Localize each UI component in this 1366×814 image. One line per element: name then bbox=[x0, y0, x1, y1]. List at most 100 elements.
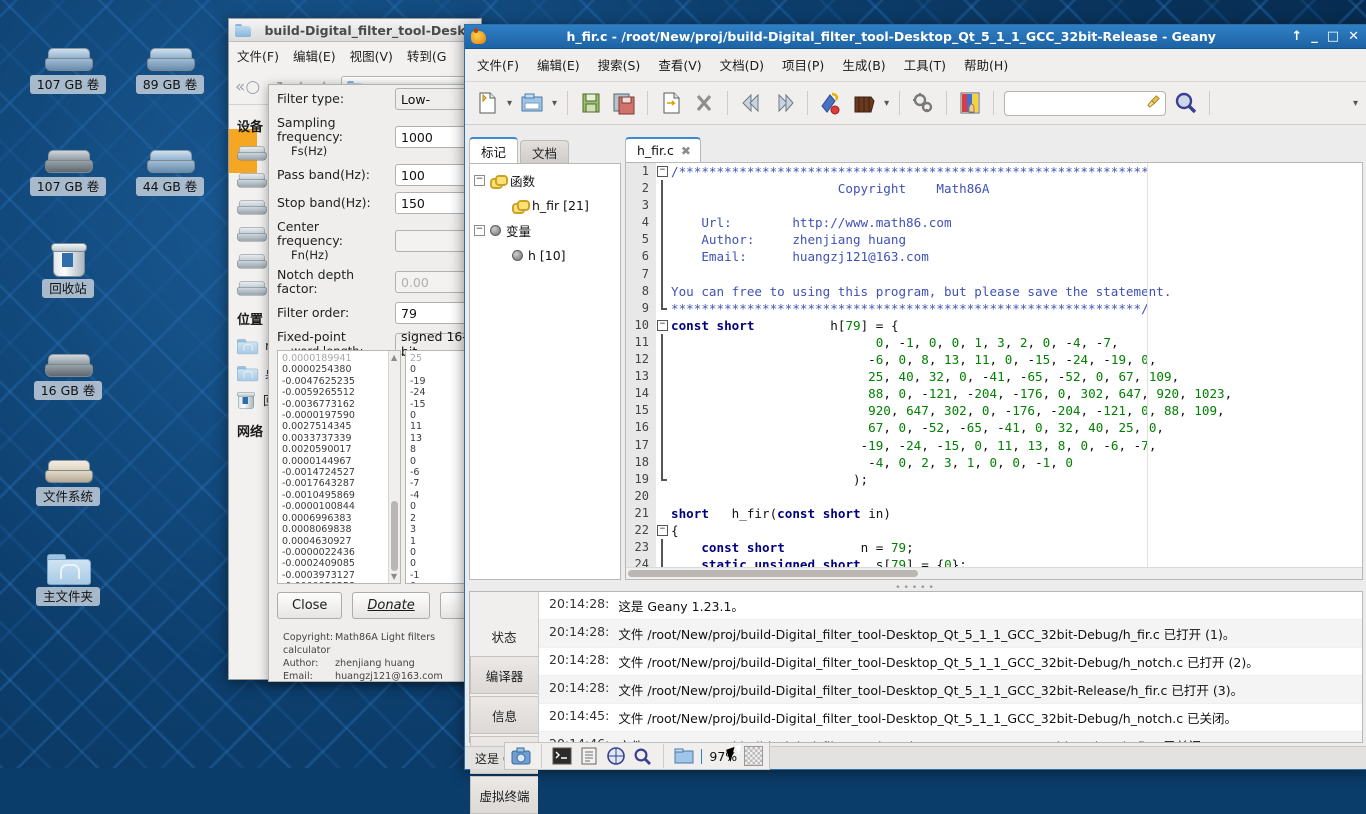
donate-button[interactable]: Donate bbox=[352, 592, 430, 619]
close-button[interactable]: Close bbox=[277, 592, 343, 619]
filter-field-value[interactable]: 79 bbox=[395, 302, 473, 324]
fold-marker[interactable] bbox=[656, 282, 669, 300]
file-manager-titlebar[interactable]: build-Digital_filter_tool-Desk bbox=[229, 19, 481, 42]
scrollbar-thumb[interactable] bbox=[391, 501, 398, 571]
sidebar-pane[interactable]: 标记 文档 − 函数 h_fir [21] − 变量 h [10] bbox=[469, 137, 621, 580]
filter-field-value[interactable]: 1000 bbox=[395, 126, 473, 148]
geany-menu-item[interactable]: 项目(P) bbox=[782, 55, 824, 74]
save-all-icon[interactable] bbox=[611, 90, 637, 116]
sidebar-tab[interactable]: 文档 bbox=[520, 140, 570, 163]
fold-marker[interactable]: − bbox=[656, 316, 669, 334]
fm-menu-item[interactable]: 编辑(E) bbox=[293, 46, 336, 65]
message-row[interactable]: 20:14:28: 这是 Geany 1.23.1。 bbox=[539, 592, 1362, 620]
open-file-dropdown-icon[interactable]: ▾ bbox=[552, 98, 557, 109]
desktop-icon[interactable]: 44 GB 卷 bbox=[124, 130, 216, 196]
code-line[interactable]: 20 bbox=[626, 487, 1362, 505]
message-tab[interactable]: 编译器 bbox=[470, 656, 538, 694]
fold-marker[interactable]: − bbox=[656, 521, 669, 540]
fold-marker[interactable] bbox=[656, 385, 669, 403]
desktop-icon[interactable]: 89 GB 卷 bbox=[124, 28, 216, 94]
fold-marker[interactable] bbox=[656, 299, 669, 317]
geany-menu-item[interactable]: 工具(T) bbox=[904, 55, 946, 74]
code-line[interactable]: 1−/*************************************… bbox=[626, 163, 1362, 181]
code-line[interactable]: 3 bbox=[626, 197, 1362, 215]
rollup-button[interactable]: ↑ bbox=[1291, 29, 1302, 44]
code-line[interactable]: 12 -6, 0, 8, 13, 11, 0, -15, -24, -19, 0… bbox=[626, 351, 1362, 369]
message-row[interactable]: 20:14:28: 文件 /root/New/proj/build-Digital… bbox=[539, 676, 1362, 704]
broom-icon[interactable] bbox=[1146, 94, 1161, 113]
code-line[interactable]: 4 Url: http://www.math86.com bbox=[626, 214, 1362, 232]
geany-menu-item[interactable]: 文档(D) bbox=[720, 55, 764, 74]
symbol-tree-row[interactable]: − 变量 bbox=[470, 218, 620, 243]
geany-window-buttons[interactable]: ↑ _ □ ✕ bbox=[1291, 29, 1359, 44]
symbol-tree-row[interactable]: h [10] bbox=[470, 243, 620, 268]
fold-marker[interactable] bbox=[656, 402, 669, 420]
code-line[interactable]: 21 short h_fir(const short in) bbox=[626, 504, 1362, 522]
geany-menu-item[interactable]: 搜索(S) bbox=[598, 55, 641, 74]
close-file-icon[interactable] bbox=[691, 90, 717, 116]
new-file-dropdown-icon[interactable]: ▾ bbox=[507, 98, 512, 109]
close-icon[interactable]: ✖ bbox=[681, 144, 691, 158]
fold-marker[interactable] bbox=[656, 368, 669, 386]
desktop-icon[interactable]: 107 GB 卷 bbox=[22, 130, 114, 196]
fold-marker[interactable] bbox=[656, 197, 669, 215]
code-line[interactable]: 13 25, 40, 32, 0, -41, -65, -52, 0, 67, … bbox=[626, 368, 1362, 386]
fold-marker[interactable] bbox=[656, 180, 669, 198]
fold-marker[interactable] bbox=[656, 248, 669, 266]
fold-marker[interactable] bbox=[656, 539, 669, 557]
geany-menubar[interactable]: 文件(F) 编辑(E) 搜索(S) 查看(V) 文档(D) 项目(P) 生成(B) 工具(T)… bbox=[465, 49, 1366, 82]
close-button[interactable]: ✕ bbox=[1348, 29, 1359, 44]
geany-toolbar[interactable]: ▾ ▾ ▾ ▾ bbox=[465, 82, 1366, 125]
code-line[interactable]: 10− const short h[79] = { bbox=[626, 316, 1362, 334]
symbol-tree-row[interactable]: − 函数 bbox=[470, 168, 620, 193]
symbol-tree-row[interactable]: h_fir [21] bbox=[470, 193, 620, 218]
filter-field-value[interactable]: 0.00 bbox=[395, 271, 473, 293]
code-line[interactable]: 18 -4, 0, 2, 3, 1, 0, 0, -1, 0 bbox=[626, 453, 1362, 471]
int-coefficient-list[interactable]: 250-19-24-150111380-6-7-4023100-10 bbox=[405, 350, 471, 584]
desktop-icon[interactable]: 107 GB 卷 bbox=[22, 28, 114, 94]
fold-marker[interactable] bbox=[656, 453, 669, 471]
message-row[interactable]: 20:14:46:文件 /root/New/proj/build-Digital… bbox=[539, 732, 1362, 742]
tree-expander-icon[interactable]: − bbox=[474, 225, 485, 236]
code-line[interactable]: 9 ***************************************… bbox=[626, 299, 1362, 317]
code-line[interactable]: 5 Author: zhenjiang huang bbox=[626, 231, 1362, 249]
search-icon[interactable] bbox=[633, 747, 653, 765]
code-line[interactable]: 8 You can free to using this program, but… bbox=[626, 282, 1362, 300]
message-row[interactable]: 20:14:28: 文件 /root/New/proj/build-Digital… bbox=[539, 620, 1362, 648]
code-line[interactable]: 17 -19, -24, -15, 0, 11, 13, 8, 0, -6, -… bbox=[626, 436, 1362, 454]
sidebar-tabs[interactable]: 标记 文档 bbox=[469, 137, 621, 163]
code-line[interactable]: 2 Copyright Math86A bbox=[626, 180, 1362, 198]
fold-marker[interactable] bbox=[656, 487, 669, 505]
document-tab[interactable]: h_fir.c ✖ bbox=[625, 137, 701, 162]
save-icon[interactable] bbox=[578, 90, 604, 116]
geany-titlebar[interactable]: h_fir.c - /root/New/proj/build-Digital_f… bbox=[465, 25, 1366, 49]
message-list[interactable]: 20:14:28: 这是 Geany 1.23.1。 20:14:28: 文件 /ro… bbox=[539, 592, 1362, 742]
code-line[interactable]: 7 bbox=[626, 265, 1362, 283]
message-tab[interactable]: 虚拟终端 bbox=[470, 776, 538, 814]
filter-parameter-list[interactable]: Filter type: Low- Sampling frequency: Fs(Hz… bbox=[269, 85, 481, 361]
new-file-icon[interactable] bbox=[474, 90, 500, 116]
chevron-down-icon[interactable]: ▾ bbox=[1353, 98, 1358, 109]
desktop-icon[interactable]: 文件系统 bbox=[22, 440, 114, 506]
build-dropdown-icon[interactable]: ▾ bbox=[884, 98, 889, 109]
fm-menu-item[interactable]: 视图(V) bbox=[350, 46, 393, 65]
filter-tool-dialog[interactable]: Filter type: Low- Sampling frequency: Fs(Hz… bbox=[268, 84, 482, 682]
filter-field-value[interactable]: Low- bbox=[395, 88, 473, 110]
file-manager-menubar[interactable]: 文件(F) 编辑(E) 视图(V) 转到(G bbox=[229, 42, 481, 70]
geany-menu-item[interactable]: 文件(F) bbox=[477, 55, 519, 74]
checker-icon[interactable] bbox=[744, 746, 763, 766]
desktop-icon[interactable]: 主文件夹 bbox=[22, 540, 114, 606]
fold-marker[interactable] bbox=[656, 470, 669, 488]
document-tabs[interactable]: h_fir.c ✖ bbox=[625, 137, 1363, 162]
search-input[interactable] bbox=[1004, 90, 1167, 116]
code-line[interactable]: 15 920, 647, 302, 0, -176, -204, -121, 0… bbox=[626, 402, 1362, 420]
build-icon[interactable] bbox=[851, 90, 877, 116]
fold-marker[interactable] bbox=[656, 436, 669, 454]
code-line[interactable]: 19 ); bbox=[626, 470, 1362, 488]
message-row[interactable]: 20:14:28: 文件 /root/New/proj/build-Digital… bbox=[539, 648, 1362, 676]
back-icon[interactable]: «○ bbox=[235, 77, 260, 97]
geany-menu-item[interactable]: 查看(V) bbox=[658, 55, 701, 74]
code-editor[interactable]: 1−/*************************************… bbox=[625, 162, 1363, 580]
geany-menu-item[interactable]: 帮助(H) bbox=[964, 55, 1008, 74]
geany-window[interactable]: h_fir.c - /root/New/proj/build-Digital_f… bbox=[464, 24, 1366, 814]
